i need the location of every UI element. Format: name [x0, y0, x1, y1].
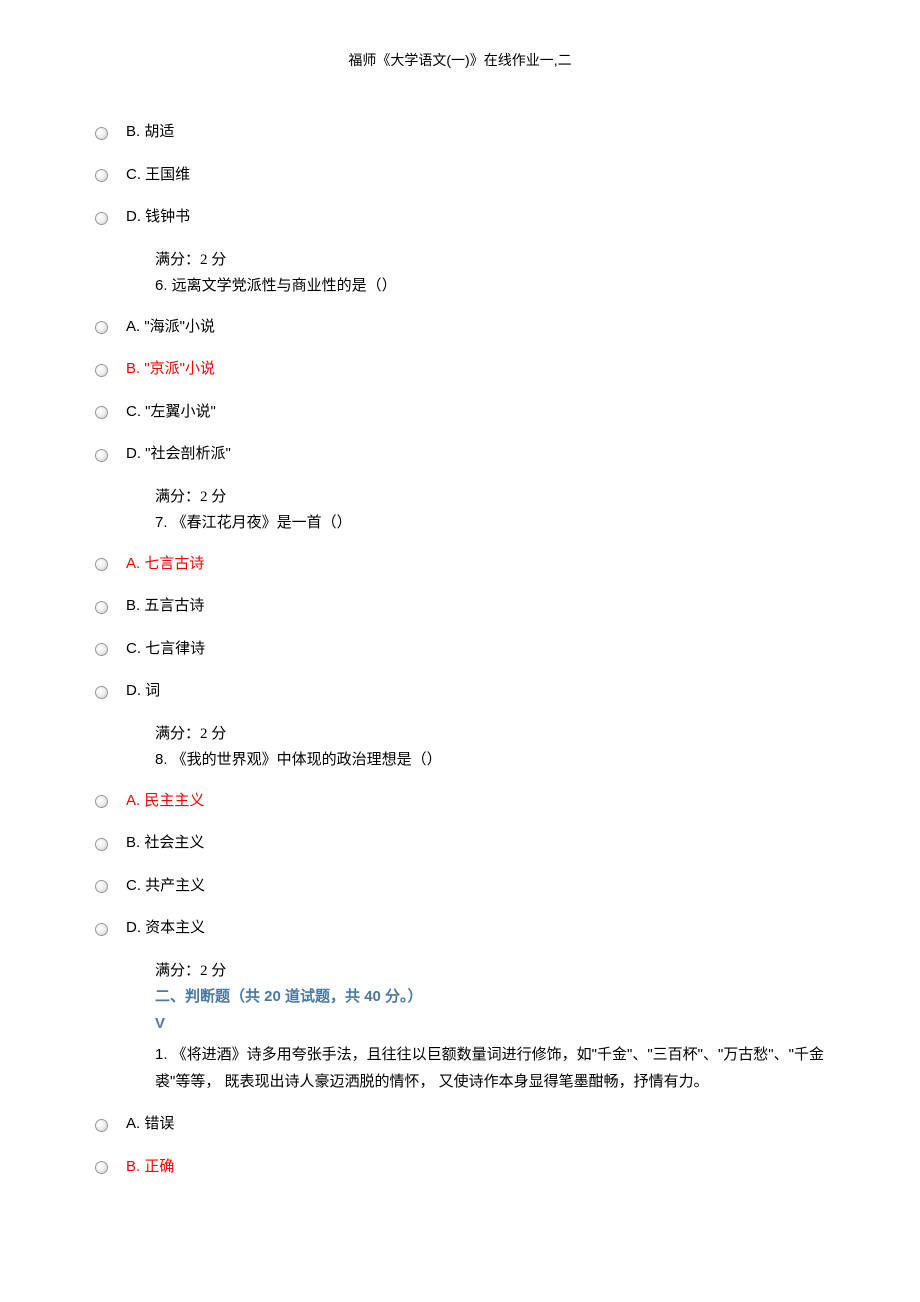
radio-icon [95, 364, 108, 377]
section-2-header: 满分：2 分 二、判断题（共 20 道试题，共 40 分。） V [95, 960, 860, 1036]
radio-icon [95, 923, 108, 936]
radio-icon [95, 406, 108, 419]
q6-stem: 6. 远离文学党派性与商业性的是（） [155, 275, 860, 298]
radio-icon [95, 212, 108, 225]
page-title: 福师《大学语文(一)》在线作业一,二 [348, 52, 571, 68]
q6-option-d[interactable]: D. "社会剖析派" [95, 443, 860, 466]
option-label-correct: A. 民主主义 [126, 790, 204, 813]
radio-icon [95, 838, 108, 851]
option-label: D. "社会剖析派" [126, 443, 231, 466]
q7-block: 满分：2 分 7. 《春江花月夜》是一首（） [95, 486, 860, 535]
radio-icon [95, 1161, 108, 1174]
radio-icon [95, 449, 108, 462]
option-label-correct: B. 正确 [126, 1156, 174, 1179]
option-label: C. "左翼小说" [126, 401, 216, 424]
score-line: 满分：2 分 [155, 723, 860, 746]
radio-icon [95, 558, 108, 571]
radio-icon [95, 169, 108, 182]
q8-option-c[interactable]: C. 共产主义 [95, 875, 860, 898]
option-label: D. 资本主义 [126, 917, 205, 940]
score-line: 满分：2 分 [155, 960, 860, 983]
q5-option-b[interactable]: B. 胡适 [95, 121, 860, 144]
option-label: A. "海派"小说 [126, 316, 215, 339]
q7-option-a[interactable]: A. 七言古诗 [95, 553, 860, 576]
q7-option-c[interactable]: C. 七言律诗 [95, 638, 860, 661]
radio-icon [95, 686, 108, 699]
option-label: C. 王国维 [126, 164, 190, 187]
q8-stem: 8. 《我的世界观》中体现的政治理想是（） [155, 749, 860, 772]
score-line: 满分：2 分 [155, 486, 860, 509]
radio-icon [95, 880, 108, 893]
q7-option-d[interactable]: D. 词 [95, 680, 860, 703]
radio-icon [95, 127, 108, 140]
radio-icon [95, 795, 108, 808]
tf1-option-b[interactable]: B. 正确 [95, 1156, 860, 1179]
q7-stem: 7. 《春江花月夜》是一首（） [155, 512, 860, 535]
q6-block: 满分：2 分 6. 远离文学党派性与商业性的是（） [95, 249, 860, 298]
radio-icon [95, 643, 108, 656]
q6-option-c[interactable]: C. "左翼小说" [95, 401, 860, 424]
q8-option-d[interactable]: D. 资本主义 [95, 917, 860, 940]
q8-option-a[interactable]: A. 民主主义 [95, 790, 860, 813]
option-label-correct: B. "京派"小说 [126, 358, 215, 381]
tf1-option-a[interactable]: A. 错误 [95, 1113, 860, 1136]
q8-option-b[interactable]: B. 社会主义 [95, 832, 860, 855]
q6-option-b[interactable]: B. "京派"小说 [95, 358, 860, 381]
q8-block: 满分：2 分 8. 《我的世界观》中体现的政治理想是（） [95, 723, 860, 772]
option-label: C. 共产主义 [126, 875, 205, 898]
option-label: B. 社会主义 [126, 832, 204, 855]
section-title: 二、判断题（共 20 道试题，共 40 分。） [155, 986, 860, 1009]
option-label: B. 胡适 [126, 121, 174, 144]
radio-icon [95, 321, 108, 334]
page-header: 福师《大学语文(一)》在线作业一,二 [0, 50, 920, 71]
option-label: C. 七言律诗 [126, 638, 205, 661]
q7-option-b[interactable]: B. 五言古诗 [95, 595, 860, 618]
radio-icon [95, 601, 108, 614]
radio-icon [95, 1119, 108, 1132]
option-label: D. 钱钟书 [126, 206, 190, 229]
option-label: A. 错误 [126, 1113, 174, 1136]
q6-option-a[interactable]: A. "海派"小说 [95, 316, 860, 339]
score-line: 满分：2 分 [155, 249, 860, 272]
q5-option-c[interactable]: C. 王国维 [95, 164, 860, 187]
document-content: B. 胡适 C. 王国维 D. 钱钟书 满分：2 分 6. 远离文学党派性与商业… [0, 121, 920, 1178]
option-label: D. 词 [126, 680, 160, 703]
q5-option-d[interactable]: D. 钱钟书 [95, 206, 860, 229]
option-label-correct: A. 七言古诗 [126, 553, 204, 576]
option-label: B. 五言古诗 [126, 595, 204, 618]
section-mark: V [155, 1013, 860, 1036]
tf1-stem: 1. 《将进酒》诗多用夸张手法，且往往以巨额数量词进行修饰，如"千金"、"三百杯… [95, 1041, 860, 1095]
